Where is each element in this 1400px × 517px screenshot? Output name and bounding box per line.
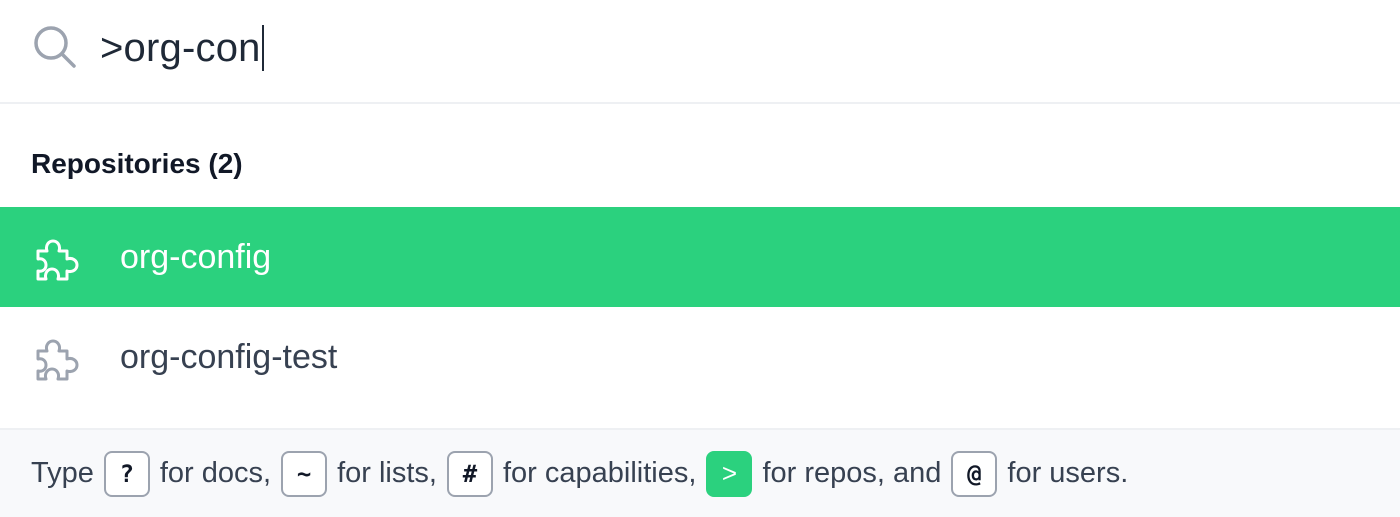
hint-text-repos: for repos, and [762,457,942,489]
footer-prefix: Type [31,457,94,489]
result-item-org-config-test[interactable]: org-config-test [0,307,1400,407]
search-input[interactable]: >org-con [100,18,264,78]
puzzle-icon [32,331,86,385]
key-hint-hash: # [447,450,493,497]
key-hint-at: @ [951,450,998,497]
puzzle-icon [32,231,86,285]
command-palette: >org-con Repositories (2) org-config org… [0,0,1400,517]
hint-text-lists: for lists, [337,457,437,489]
text-caret [261,25,264,71]
section-heading: Repositories (2) [31,148,243,179]
result-item-label: org-config-test [120,337,338,376]
search-input-value: >org-con [100,25,261,70]
hint-text-capabilities: for capabilities, [503,457,697,489]
result-item-org-config[interactable]: org-config [0,207,1400,307]
key-hint-question: ? [103,450,150,497]
search-icon [32,24,78,70]
result-item-label: org-config [120,237,272,276]
key-hint-tilde: ~ [281,450,328,497]
hint-text-users: for users. [1007,457,1129,489]
hint-text-docs: for docs, [159,457,272,489]
key-hint-greater-than: > [706,450,753,497]
search-bar: >org-con [0,0,1400,104]
footer-hints: Type ? for docs, ~ for lists, # for capa… [0,428,1400,517]
